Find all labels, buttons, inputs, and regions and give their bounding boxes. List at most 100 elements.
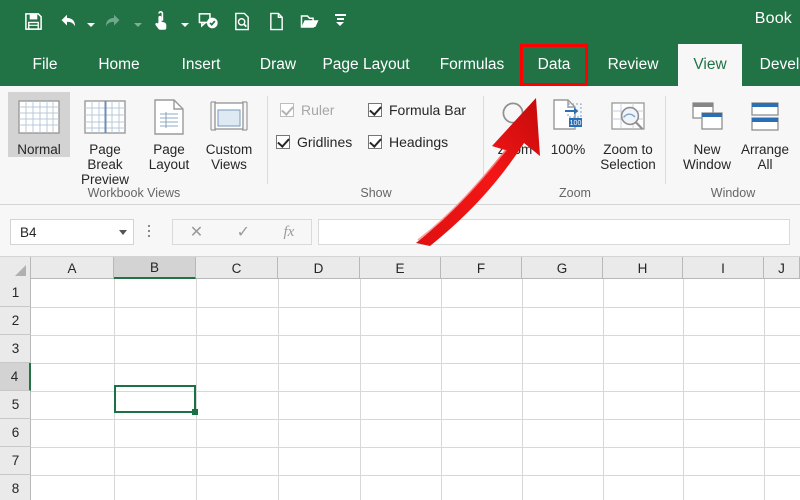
formula-bar: B4 ✕ ✓ fx <box>0 205 800 257</box>
group-label-show: Show <box>360 186 392 200</box>
column-header-J[interactable]: J <box>764 257 800 279</box>
group-label-zoom: Zoom <box>559 186 591 200</box>
column-header-H[interactable]: H <box>603 257 683 279</box>
row-header-4[interactable]: 4 <box>0 363 31 391</box>
ribbon-content-view: Normal Page Break Preview Page Layout Cu… <box>0 86 800 205</box>
select-all-corner[interactable] <box>0 257 31 279</box>
ribbon-tab-view[interactable]: View <box>678 44 742 86</box>
column-header-B[interactable]: B <box>114 257 196 279</box>
checkbox-headings[interactable]: Headings <box>368 134 448 150</box>
grid-vline <box>603 279 604 500</box>
excel-window: Book File Home Insert Draw Page Layout Formul… <box>0 0 800 500</box>
row-header-1[interactable]: 1 <box>0 279 31 307</box>
checkbox-headings-box[interactable] <box>368 135 382 149</box>
row-header-8[interactable]: 8 <box>0 475 31 500</box>
view-normal-button[interactable]: Normal <box>8 92 70 157</box>
customize-qat-icon[interactable] <box>327 4 353 38</box>
new-window-label: New Window <box>682 142 731 172</box>
quick-access-toolbar <box>16 4 353 38</box>
arrange-all-button[interactable]: Arrange All <box>736 92 794 172</box>
title-bar: Book <box>0 0 800 44</box>
save-icon[interactable] <box>16 4 50 38</box>
grid-hline <box>31 363 800 364</box>
column-header-G[interactable]: G <box>522 257 603 279</box>
row-header-6[interactable]: 6 <box>0 419 31 447</box>
view-page-break-preview-button[interactable]: Page Break Preview <box>70 92 140 187</box>
name-box[interactable]: B4 <box>10 219 134 245</box>
column-header-A[interactable]: A <box>31 257 114 279</box>
grid-hline <box>31 447 800 448</box>
touch-mode-icon[interactable] <box>144 4 178 38</box>
view-custom-views-button[interactable]: Custom Views <box>198 92 260 172</box>
open-folder-icon[interactable] <box>293 4 327 38</box>
active-cell-selection[interactable] <box>114 385 196 413</box>
ribbon-tab-home[interactable]: Home <box>86 44 152 86</box>
spreadsheet-grid: ABCDEFGHIJ 123456789 <box>0 257 800 500</box>
zoom-100-label: 100% <box>550 142 586 157</box>
row-header-5[interactable]: 5 <box>0 391 31 419</box>
zoom-button[interactable]: Zoom <box>488 92 542 157</box>
column-header-E[interactable]: E <box>360 257 441 279</box>
arrange-all-label: Arrange All <box>740 142 790 172</box>
zoom-to-selection-button[interactable]: Zoom to Selection <box>594 92 662 172</box>
checkbox-gridlines-box[interactable] <box>276 135 290 149</box>
checkbox-ruler[interactable]: Ruler <box>280 102 334 118</box>
grid-vline <box>278 279 279 500</box>
redo-dropdown-icon[interactable] <box>131 4 144 38</box>
checkbox-formula-bar-box[interactable] <box>368 103 382 117</box>
row-header-3[interactable]: 3 <box>0 335 31 363</box>
page-layout-icon <box>152 92 186 142</box>
column-header-F[interactable]: F <box>441 257 522 279</box>
grid-hline <box>31 307 800 308</box>
chevron-down-icon[interactable] <box>113 229 133 235</box>
row-header-2[interactable]: 2 <box>0 307 31 335</box>
grid-vline <box>360 279 361 500</box>
checkbox-ruler-box[interactable] <box>280 103 294 117</box>
magnifier-icon <box>498 92 532 142</box>
page-break-icon <box>83 92 127 142</box>
group-label-workbook-views: Workbook Views <box>87 186 181 200</box>
new-file-icon[interactable] <box>259 4 293 38</box>
zoom-100-button[interactable]: 100 100% <box>542 92 594 157</box>
row-header-column: 123456789 <box>0 279 31 500</box>
column-header-D[interactable]: D <box>278 257 360 279</box>
undo-icon[interactable] <box>50 4 84 38</box>
zoom-button-label: Zoom <box>497 142 533 157</box>
grid-vline <box>764 279 765 500</box>
checkbox-formula-bar[interactable]: Formula Bar <box>368 102 466 118</box>
ribbon-tab-page-layout[interactable]: Page Layout <box>313 44 419 86</box>
ribbon-tab-formulas[interactable]: Formulas <box>428 44 516 86</box>
spelling-icon[interactable] <box>191 4 225 38</box>
ribbon-tab-draw[interactable]: Draw <box>248 44 308 86</box>
ribbon-tab-data[interactable]: Data <box>523 44 585 86</box>
fill-handle[interactable] <box>192 409 198 415</box>
cancel-icon[interactable]: ✕ <box>190 222 203 242</box>
grid-vline <box>441 279 442 500</box>
undo-dropdown-icon[interactable] <box>84 4 97 38</box>
enter-icon[interactable]: ✓ <box>237 222 250 242</box>
print-preview-icon[interactable] <box>225 4 259 38</box>
zoom-100-icon: 100 <box>550 92 586 142</box>
touch-mode-dropdown-icon[interactable] <box>178 4 191 38</box>
view-custom-views-label: Custom Views <box>205 142 253 172</box>
row-header-7[interactable]: 7 <box>0 447 31 475</box>
column-header-C[interactable]: C <box>196 257 278 279</box>
formula-input[interactable] <box>318 219 790 245</box>
ribbon-group-zoom: Zoom 100 100% Zoom to Selection Zoom <box>484 86 666 204</box>
view-page-layout-button[interactable]: Page Layout <box>140 92 198 172</box>
checkbox-gridlines[interactable]: Gridlines <box>276 134 352 150</box>
new-window-button[interactable]: New Window <box>678 92 736 172</box>
ribbon-tab-file[interactable]: File <box>18 44 72 86</box>
insert-function-icon[interactable]: fx <box>283 224 294 241</box>
ribbon-tab-review[interactable]: Review <box>595 44 671 86</box>
redo-icon[interactable] <box>97 4 131 38</box>
svg-text:100: 100 <box>570 120 582 127</box>
column-header-I[interactable]: I <box>683 257 764 279</box>
checkbox-gridlines-label: Gridlines <box>297 134 353 150</box>
ribbon-tab-developer[interactable]: Developer <box>750 44 800 86</box>
ribbon-tab-insert[interactable]: Insert <box>168 44 234 86</box>
zoom-to-selection-label: Zoom to Selection <box>600 142 656 172</box>
grid-vline <box>683 279 684 500</box>
formula-bar-grip[interactable] <box>148 225 150 237</box>
ribbon-tab-strip: File Home Insert Draw Page Layout Formulas Dat… <box>0 44 800 86</box>
